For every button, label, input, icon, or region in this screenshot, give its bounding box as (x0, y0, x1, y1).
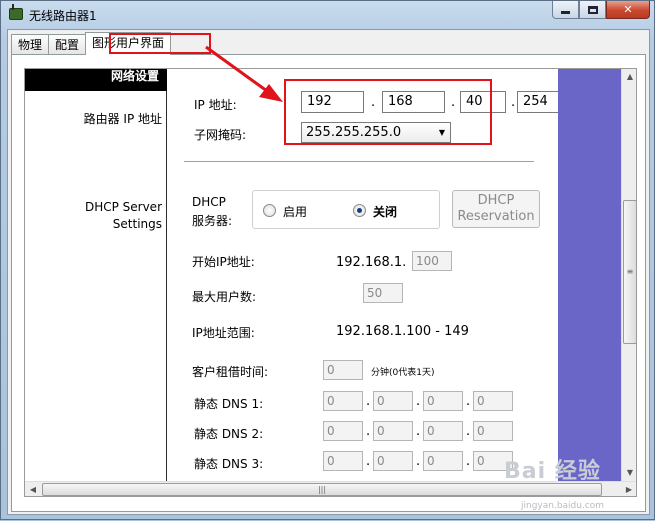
title-bar: 无线路由器1 ✕ (1, 1, 654, 29)
ip-octet-4[interactable]: 254 (517, 91, 564, 113)
dhcp-server-toggle-label-2: 服务器: (192, 214, 233, 228)
tab-config[interactable]: 配置 (48, 34, 87, 55)
maximize-icon (587, 5, 598, 14)
dhcp-reservation-button[interactable]: DHCP Reservation (452, 190, 540, 228)
section-header: 网络设置 (25, 69, 167, 91)
ip-range-label: IP地址范围: (192, 326, 255, 340)
subnet-mask-label: 子网掩码: (194, 128, 247, 142)
minimize-icon (561, 11, 570, 14)
dns3-octet-3[interactable]: 0 (423, 451, 463, 471)
dhcp-enable-label: 启用 (283, 205, 308, 219)
start-ip-last-octet[interactable]: 100 (412, 251, 452, 271)
dns3-octet-2[interactable]: 0 (373, 451, 413, 471)
close-button[interactable]: ✕ (606, 1, 650, 19)
start-ip-prefix: 192.168.1. (336, 255, 407, 270)
start-ip-label: 开始IP地址: (192, 255, 255, 269)
side-panel (558, 69, 621, 481)
router-icon (9, 4, 23, 20)
scroll-left-icon[interactable]: ◀ (25, 482, 41, 496)
dns1-octet-1[interactable]: 0 (323, 391, 363, 411)
router-ip-label: 路由器 IP 地址 (83, 112, 162, 126)
dns2-octet-2[interactable]: 0 (373, 421, 413, 441)
vertical-scrollbar[interactable]: ▲ ≡ ▼ (621, 69, 636, 481)
scroll-right-icon[interactable]: ▶ (621, 482, 636, 496)
max-users-input[interactable]: 50 (363, 283, 403, 303)
dhcp-disable-radio[interactable] (353, 204, 366, 217)
close-icon: ✕ (623, 3, 633, 16)
ip-range-value: 192.168.1.100 - 149 (336, 324, 469, 339)
dns1-octet-2[interactable]: 0 (373, 391, 413, 411)
tab-physical[interactable]: 物理 (11, 34, 50, 55)
dns2-octet-3[interactable]: 0 (423, 421, 463, 441)
dns2-octet-4[interactable]: 0 (473, 421, 513, 441)
window-title: 无线路由器1 (29, 9, 97, 23)
dns1-octet-3[interactable]: 0 (423, 391, 463, 411)
settings-nav: 网络设置 路由器 IP 地址 DHCP Server Settings (25, 69, 167, 481)
dns3-octet-1[interactable]: 0 (323, 451, 363, 471)
scroll-up-icon[interactable]: ▲ (622, 69, 636, 85)
maximize-button[interactable] (579, 1, 606, 19)
watermark-url: jingyan.baidu.com (521, 501, 605, 511)
dns3-label: 静态 DNS 3: (194, 457, 264, 471)
watermark-brand: Bai 经验 (504, 459, 601, 484)
scroll-down-icon[interactable]: ▼ (622, 465, 636, 481)
minimize-button[interactable] (552, 1, 579, 19)
ip-address-label: IP 地址: (194, 98, 237, 112)
dns2-label: 静态 DNS 2: (194, 427, 264, 441)
window-controls: ✕ (552, 1, 650, 19)
dns1-octet-4[interactable]: 0 (473, 391, 513, 411)
lease-time-unit: 分钟(0代表1天) (371, 368, 435, 378)
vertical-scroll-thumb[interactable]: ≡ (623, 200, 636, 344)
max-users-label: 最大用户数: (192, 290, 257, 304)
dhcp-server-label: DHCP Server (84, 200, 162, 214)
dhcp-disable-label: 关闭 (373, 205, 398, 219)
annotation-highlight-tab (109, 33, 211, 54)
dhcp-enable-radio[interactable] (263, 204, 276, 217)
dhcp-radio-group: 启用 关闭 (252, 190, 440, 229)
dns1-label: 静态 DNS 1: (194, 397, 264, 411)
dhcp-settings-label: Settings (112, 217, 162, 231)
lease-time-label: 客户租借时间: (192, 365, 269, 379)
dns2-octet-1[interactable]: 0 (323, 421, 363, 441)
annotation-highlight-ip (284, 79, 492, 145)
lease-time-input[interactable]: 0 (323, 360, 363, 380)
section-divider (184, 161, 534, 163)
dhcp-server-toggle-label-1: DHCP (192, 195, 226, 209)
app-window: 无线路由器1 ✕ 物理 配置 图形用户界面 网络设置 路由器 IP 地址 DHC… (0, 0, 655, 520)
